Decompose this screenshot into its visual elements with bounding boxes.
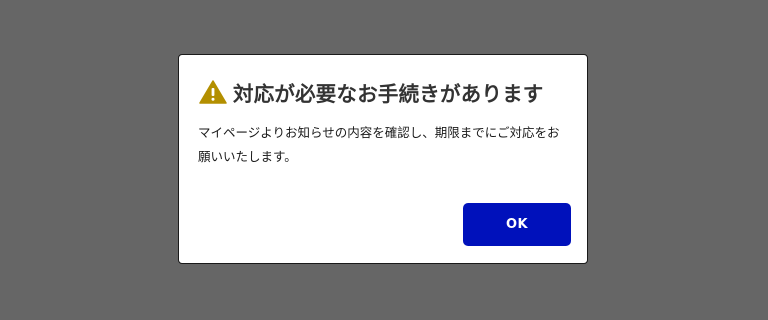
dialog-title: 対応が必要なお手続きがあります <box>233 82 544 106</box>
warning-icon <box>199 80 227 104</box>
dialog-message: マイページよりお知らせの内容を確認し、期限までにご対応をお願いいたします。 <box>198 125 560 164</box>
dialog-header: 対応が必要なお手続きがあります <box>199 77 573 107</box>
alert-dialog: 対応が必要なお手続きがあります マイページよりお知らせの内容を確認し、期限までに… <box>178 54 588 264</box>
ok-button[interactable]: OK <box>463 203 571 246</box>
